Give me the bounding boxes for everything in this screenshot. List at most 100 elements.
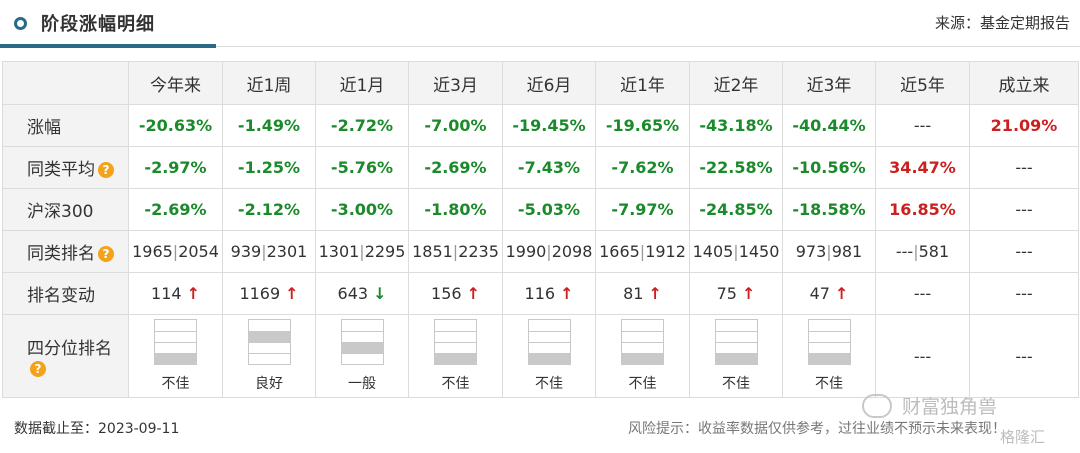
column-header: 近3年 — [782, 61, 876, 105]
rank-cell: 1301|2295 — [315, 230, 409, 273]
rank-total: 2235 — [458, 242, 499, 261]
hs300-cell: -2.12% — [222, 188, 316, 231]
table-row-hs300: 沪深300 -2.69% -2.12% -3.00% -1.80% -5.03%… — [2, 188, 1079, 231]
row-label-cell: 四分位排名? — [2, 314, 129, 398]
quartile-segment — [528, 353, 570, 364]
page-title: 阶段涨幅明细 — [41, 14, 155, 35]
quartile-indicator — [154, 319, 197, 365]
rank-value: 1851 — [412, 242, 453, 261]
return-cell: -20.63% — [128, 104, 223, 147]
quartile-cell: 不佳 — [595, 314, 690, 398]
rank-cell: 1965|2054 — [128, 230, 223, 273]
quartile-segment — [808, 353, 850, 364]
quartile-indicator — [527, 319, 571, 365]
quartile-segment — [341, 331, 383, 342]
rank-change-cell: 81 ↑ — [595, 272, 690, 315]
return-cell: -2.72% — [315, 104, 409, 147]
watermark-brand: 格隆汇 — [1000, 428, 1046, 446]
quartile-label: 不佳 — [535, 376, 563, 392]
quartile-segment — [808, 320, 850, 331]
rank-value: --- — [895, 242, 914, 261]
column-header: 成立来 — [969, 61, 1079, 105]
arrow-up-icon: ↑ — [560, 284, 574, 303]
peer-avg-cell: -7.43% — [502, 146, 596, 189]
question-icon[interactable]: ? — [98, 162, 114, 178]
rank-change-value: 643 — [337, 284, 369, 303]
return-cell: -19.45% — [502, 104, 596, 147]
hs300-cell: -18.58% — [782, 188, 876, 231]
quartile-segment — [715, 320, 757, 331]
return-cell: --- — [875, 104, 970, 147]
rank-change-value: 1169 — [239, 284, 281, 303]
quartile-segment — [808, 331, 850, 342]
quartile-indicator — [434, 319, 477, 365]
quartile-segment — [435, 320, 476, 331]
question-icon[interactable]: ? — [98, 246, 114, 262]
quartile-segment — [808, 342, 850, 353]
rank-change-cell: 114 ↑ — [128, 272, 223, 315]
rank-change-cell: --- — [875, 272, 970, 315]
column-header: 今年来 — [128, 61, 223, 105]
peer-avg-cell: -1.25% — [222, 146, 316, 189]
section-header: 阶段涨幅明细 来源：基金定期报告 — [0, 0, 1080, 48]
arrow-up-icon: ↑ — [466, 284, 480, 303]
arrow-up-icon: ↑ — [186, 284, 200, 303]
circle-icon — [14, 16, 27, 30]
hs300-cell: -1.80% — [408, 188, 503, 231]
rank-change-value: 75 — [716, 284, 737, 303]
quartile-segment — [155, 342, 196, 353]
risk-notice: 风险提示：收益率数据仅供参考，过往业绩不预示未来表现！ — [628, 421, 1006, 437]
peer-avg-cell: -2.69% — [408, 146, 503, 189]
source-label: 来源：基金定期报告 — [934, 14, 1070, 32]
return-cell: -40.44% — [782, 104, 876, 147]
quartile-cell: 不佳 — [689, 314, 783, 398]
quartile-cell: 不佳 — [782, 314, 876, 398]
quartile-indicator — [340, 319, 384, 365]
column-header: 近5年 — [875, 61, 970, 105]
header-accent-bar — [0, 44, 216, 48]
hs300-cell: --- — [969, 188, 1079, 231]
return-cell: -7.00% — [408, 104, 503, 147]
peer-avg-cell: --- — [969, 146, 1079, 189]
rank-change-cell: 47 ↑ — [782, 272, 876, 315]
row-label: 四分位排名 — [27, 338, 112, 359]
quartile-segment — [341, 342, 383, 353]
quartile-label: 良好 — [255, 376, 283, 392]
watermark-name: 财富独角兽 — [902, 396, 998, 418]
rank-total: 2098 — [551, 242, 593, 261]
rank-cell: 1990|2098 — [502, 230, 596, 273]
question-icon[interactable]: ? — [30, 360, 46, 377]
rank-total: 2301 — [266, 242, 308, 261]
column-header: 近6月 — [502, 61, 596, 105]
rank-value: 939 — [230, 242, 262, 261]
rank-change-cell: 1169 ↑ — [222, 272, 316, 315]
quartile-segment — [248, 342, 290, 353]
header-divider — [216, 46, 1080, 47]
quartile-label: 不佳 — [722, 376, 750, 392]
column-header: 近1月 — [315, 61, 409, 105]
quartile-label: 不佳 — [628, 376, 657, 392]
table-row-quartile: 四分位排名? 不佳 良好 一般 不佳 不佳 不佳 不佳 不佳 --- --- — [2, 314, 1079, 398]
quartile-segment — [435, 331, 476, 342]
hs300-cell: -24.85% — [689, 188, 783, 231]
arrow-down-icon: ↓ — [373, 284, 387, 303]
arrow-up-icon: ↑ — [648, 284, 662, 303]
rank-value: 1665 — [599, 242, 640, 261]
table-row-rank-change: 排名变动 114 ↑ 1169 ↑ 643 ↓ 156 ↑ 116 ↑ 81 ↑ 75 ↑ 4… — [2, 272, 1079, 315]
quartile-segment — [155, 320, 196, 331]
rank-cell: 939|2301 — [222, 230, 316, 273]
rank-change-value: 156 — [431, 284, 462, 303]
row-label: 沪深300 — [2, 188, 129, 231]
column-header: 近2年 — [689, 61, 783, 105]
quartile-segment — [341, 320, 383, 331]
column-header: 近1年 — [595, 61, 690, 105]
quartile-segment — [248, 331, 290, 342]
quartile-label: 不佳 — [161, 376, 190, 392]
wechat-icon — [862, 393, 892, 418]
arrow-up-icon: ↑ — [834, 284, 849, 303]
rank-change-value: 47 — [809, 284, 830, 303]
quartile-segment — [528, 320, 570, 331]
return-cell: -1.49% — [222, 104, 316, 147]
quartile-cell: 不佳 — [408, 314, 503, 398]
corner-cell — [2, 61, 129, 105]
